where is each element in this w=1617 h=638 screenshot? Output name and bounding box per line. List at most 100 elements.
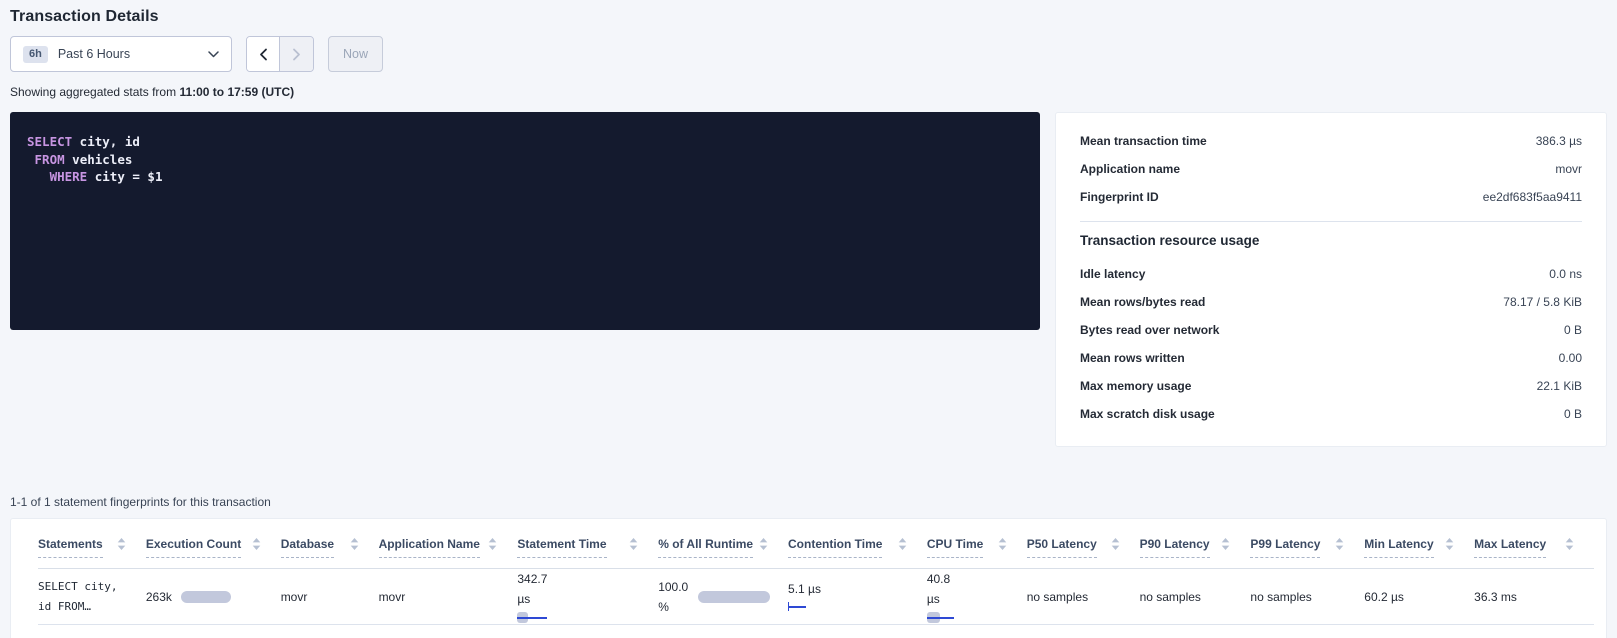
subtitle-range: 11:00 to 17:59 (UTC)	[179, 85, 294, 99]
time-nav-group	[246, 36, 314, 72]
sql-statement-box: SELECT city, id FROM vehicles WHERE city…	[10, 112, 1040, 330]
table-row: SELECT city, id FROM… 263k movr movr 342…	[38, 569, 1594, 625]
sort-icon[interactable]	[488, 537, 497, 550]
column-header-statement-time[interactable]: Statement Time	[517, 533, 658, 568]
cell-max-latency: 36.3 ms	[1474, 590, 1594, 604]
cell-p50-latency: no samples	[1027, 590, 1140, 604]
column-label: P50 Latency	[1027, 537, 1097, 558]
column-label: Execution Count	[146, 537, 241, 558]
cell-pct-of-all-runtime: 100.0 %	[658, 577, 788, 617]
column-header-p50-latency[interactable]: P50 Latency	[1027, 533, 1140, 568]
stddev-line	[517, 617, 547, 619]
main-content-row: SELECT city, id FROM vehicles WHERE city…	[10, 112, 1607, 447]
column-header-min-latency[interactable]: Min Latency	[1364, 533, 1474, 568]
sort-icon[interactable]	[1221, 537, 1230, 550]
resource-row-idle-latency: Idle latency 0.0 ns	[1080, 260, 1582, 288]
chevron-down-icon	[208, 51, 219, 58]
cpu-time-unit: µs	[927, 589, 1017, 609]
transaction-summary-panel: Mean transaction time 386.3 µs Applicati…	[1055, 112, 1607, 447]
column-header-p99-latency[interactable]: P99 Latency	[1250, 533, 1364, 568]
contention-time-value: 5.1 µs	[788, 582, 917, 596]
resource-row-bytes-read-over-network: Bytes read over network 0 B	[1080, 316, 1582, 344]
column-header-cpu-time[interactable]: CPU Time	[927, 533, 1027, 568]
time-range-badge: 6h	[23, 46, 48, 63]
column-label: Max Latency	[1474, 537, 1546, 558]
resource-value: 22.1 KiB	[1537, 379, 1582, 393]
cell-p99-latency: no samples	[1250, 590, 1364, 604]
column-label: Database	[281, 537, 334, 558]
sort-icon[interactable]	[1111, 537, 1120, 550]
summary-value: movr	[1555, 162, 1582, 176]
column-label: Contention Time	[788, 537, 882, 558]
column-header-pct-of-all-runtime[interactable]: % of All Runtime	[658, 533, 788, 568]
summary-row-mean-transaction-time: Mean transaction time 386.3 µs	[1080, 127, 1582, 155]
resource-value: 0 B	[1564, 407, 1582, 421]
prev-time-button[interactable]	[247, 37, 280, 71]
sort-icon[interactable]	[252, 537, 261, 550]
stddev-line	[788, 606, 806, 608]
sql-text: city, id	[72, 134, 140, 149]
sort-icon[interactable]	[1565, 537, 1574, 550]
time-range-dropdown[interactable]: 6h Past 6 Hours	[10, 36, 232, 72]
sql-keyword: SELECT	[27, 134, 72, 149]
statement-link-line[interactable]: id FROM…	[38, 597, 136, 617]
column-header-database[interactable]: Database	[281, 533, 379, 568]
table-header-row: Statements Execution Count Database Appl…	[38, 533, 1594, 569]
sort-icon[interactable]	[898, 537, 907, 550]
next-time-button[interactable]	[280, 37, 313, 71]
cell-p90-latency: no samples	[1140, 590, 1251, 604]
cell-statement[interactable]: SELECT city, id FROM…	[38, 577, 146, 617]
statement-time-bar-graph	[517, 612, 551, 624]
runtime-value: 100.0	[658, 577, 688, 597]
runtime-bar	[698, 591, 770, 603]
column-label: P90 Latency	[1140, 537, 1210, 558]
column-label: % of All Runtime	[658, 537, 753, 558]
column-header-application-name[interactable]: Application Name	[379, 533, 518, 568]
resource-label: Bytes read over network	[1080, 323, 1219, 337]
resource-value: 0 B	[1564, 323, 1582, 337]
sort-icon[interactable]	[1335, 537, 1344, 550]
summary-row-fingerprint-id: Fingerprint ID ee2df683f5aa9411	[1080, 183, 1582, 211]
sort-icon[interactable]	[629, 537, 638, 550]
execution-count-value: 263k	[146, 590, 172, 604]
runtime-unit: %	[658, 597, 688, 617]
statement-link-line[interactable]: SELECT city,	[38, 577, 136, 597]
sql-line: SELECT city, id	[27, 133, 1024, 151]
column-label: Min Latency	[1364, 537, 1433, 558]
sql-keyword: FROM	[35, 152, 65, 167]
summary-value: ee2df683f5aa9411	[1483, 190, 1582, 204]
resource-label: Mean rows/bytes read	[1080, 295, 1205, 309]
resource-usage-heading: Transaction resource usage	[1080, 233, 1582, 248]
resource-value: 0.0 ns	[1549, 267, 1582, 281]
sort-icon[interactable]	[350, 537, 359, 550]
column-header-contention-time[interactable]: Contention Time	[788, 533, 927, 568]
page-title: Transaction Details	[10, 0, 1607, 26]
statement-time-unit: µs	[517, 589, 648, 609]
column-header-statements[interactable]: Statements	[38, 533, 146, 568]
statement-time-value: 342.7	[517, 569, 648, 589]
column-header-execution-count[interactable]: Execution Count	[146, 533, 281, 568]
sort-icon[interactable]	[117, 537, 126, 550]
column-header-p90-latency[interactable]: P90 Latency	[1140, 533, 1251, 568]
aggregation-subtitle: Showing aggregated stats from 11:00 to 1…	[10, 85, 1607, 99]
sql-text: vehicles	[65, 152, 133, 167]
column-header-max-latency[interactable]: Max Latency	[1474, 533, 1594, 568]
sql-keyword: WHERE	[50, 169, 88, 184]
sort-icon[interactable]	[759, 537, 768, 550]
summary-label: Application name	[1080, 162, 1180, 176]
contention-time-bar-graph	[788, 602, 818, 612]
sort-icon[interactable]	[998, 537, 1007, 550]
cell-cpu-time: 40.8 µs	[927, 569, 1027, 624]
column-label: Statements	[38, 537, 103, 558]
resource-row-mean-rows-bytes-read: Mean rows/bytes read 78.17 / 5.8 KiB	[1080, 288, 1582, 316]
sort-icon[interactable]	[1445, 537, 1454, 550]
cell-application-name: movr	[379, 590, 518, 604]
resource-label: Idle latency	[1080, 267, 1145, 281]
cell-statement-time: 342.7 µs	[517, 569, 658, 624]
summary-label: Fingerprint ID	[1080, 190, 1159, 204]
now-button[interactable]: Now	[328, 36, 383, 72]
cell-database: movr	[281, 590, 379, 604]
cell-execution-count: 263k	[146, 590, 281, 604]
stddev-line	[927, 617, 954, 619]
column-label: P99 Latency	[1250, 537, 1320, 558]
